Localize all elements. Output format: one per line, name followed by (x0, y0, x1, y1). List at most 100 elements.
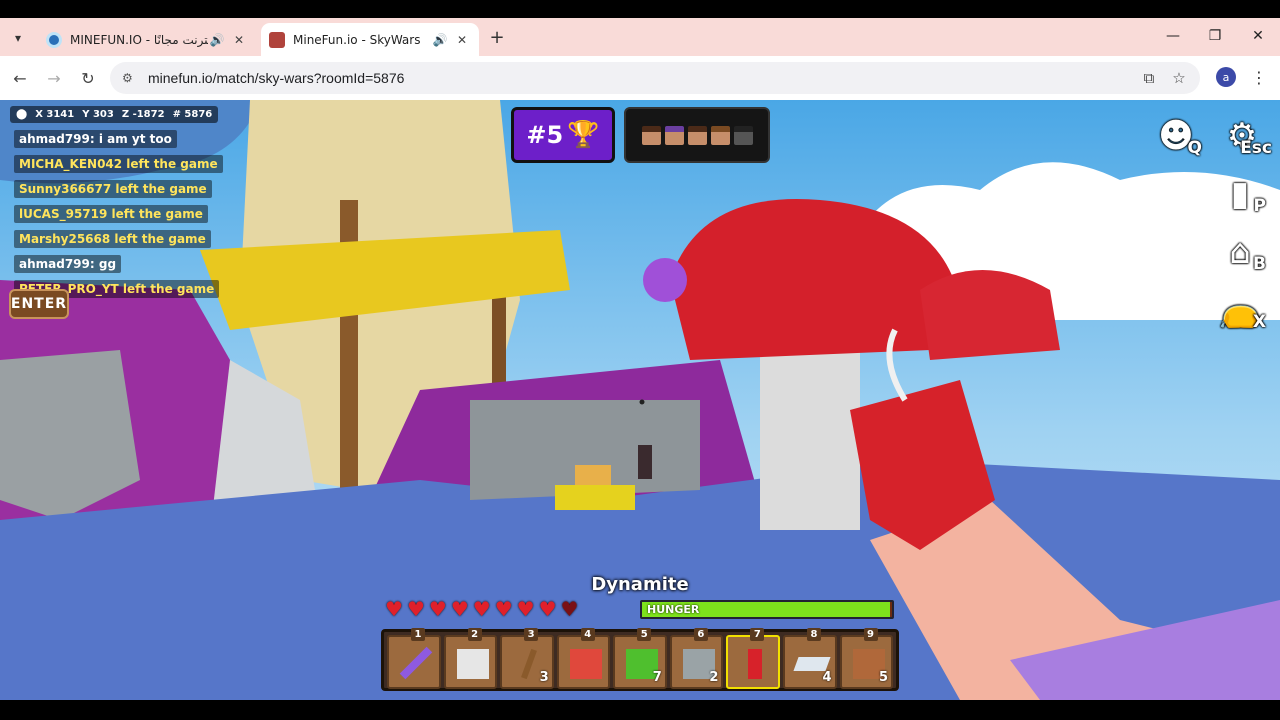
hunger-bar: HUNGER (640, 600, 894, 619)
item-count: 3 (539, 670, 549, 685)
minimize-icon[interactable]: — (1158, 24, 1188, 48)
heart-icon: ♥ (428, 597, 447, 621)
minefun-favicon-icon (46, 31, 62, 48)
browser-menu-icon[interactable]: ⋮ (1250, 66, 1268, 88)
coord-y: Y 303 (82, 109, 114, 120)
game-viewport[interactable]: ⬤ X 3141 Y 303 Z -1872 # 5876 ahmad799: … (0, 100, 1280, 700)
close-tab-icon[interactable]: ✕ (453, 33, 471, 47)
hotbar-slot-4[interactable]: 4 (556, 628, 611, 689)
location-pin-icon: ⬤ (16, 109, 28, 120)
held-item-name: Dynamite (591, 574, 689, 595)
mushroom-stem (760, 340, 860, 530)
coord-x: X 3141 (35, 109, 75, 120)
health-bar: ♥ ♥ ♥ ♥ ♥ ♥ ♥ ♥ ♥ (385, 599, 578, 619)
hotbar-slot-5[interactable]: 57 (613, 628, 667, 689)
forward-arrow-icon[interactable]: → (42, 66, 66, 90)
remaining-players (624, 107, 770, 163)
hotbar-slot-3[interactable]: 33 (500, 628, 554, 689)
iron-ingot-icon (793, 657, 831, 671)
skywars-favicon-icon (269, 31, 285, 48)
back-arrow-icon[interactable]: ← (8, 66, 32, 90)
enemy-player (638, 445, 652, 479)
players-icon: ▮ (1230, 174, 1250, 214)
players-button[interactable]: ▮ P (1212, 170, 1268, 218)
new-tab-plus-icon[interactable]: + (486, 26, 508, 48)
bag-button[interactable]: 👝 X (1212, 286, 1268, 334)
hotbar-slot-6[interactable]: 62 (669, 628, 724, 689)
screen-top-border (0, 0, 1280, 18)
chat-message: ahmad799: i am yt too (14, 130, 177, 148)
rank-value: #5 (526, 121, 564, 149)
rank-badge: #5 🏆 (511, 107, 615, 163)
site-info-icon[interactable]: ⚙ (122, 71, 140, 85)
restore-window-icon[interactable]: ❐ (1200, 24, 1230, 48)
item-count: 5 (879, 670, 889, 685)
chat-message: ahmad799: gg (14, 255, 122, 273)
heart-icon: ♥ (406, 597, 425, 621)
heart-icon: ♥ (472, 597, 491, 621)
tab-title: MineFun.io - SkyWars (293, 32, 421, 47)
hotbar-slot-2[interactable]: 2 (443, 628, 498, 689)
player-head-icon (733, 125, 753, 145)
close-tab-icon[interactable]: ✕ (230, 33, 248, 47)
chat-message: Sunny366677 left the game (14, 180, 212, 198)
heart-icon: ♥ (538, 597, 557, 621)
slot-number: 8 (806, 628, 821, 641)
hotbar-slot-1[interactable]: 1 (387, 628, 441, 689)
emote-button[interactable]: ☻ Q (1148, 112, 1204, 160)
speaker-icon[interactable]: 🔊 (208, 33, 226, 47)
item-count: 7 (652, 670, 662, 685)
trophy-icon: 🏆 (567, 120, 600, 150)
install-app-icon[interactable]: ⧉ (1137, 66, 1161, 90)
hotkey-label: B (1253, 254, 1266, 274)
chat-message: MICHA_KEN042 left the game (14, 155, 223, 173)
slot-number: 6 (693, 628, 708, 641)
player-head-icon (664, 125, 684, 145)
hotkey-label: Q (1187, 138, 1202, 158)
heart-icon: ♥ (560, 597, 579, 621)
shop-button[interactable]: ⌂ B (1212, 228, 1268, 276)
hotbar-slot-7[interactable]: 7 (726, 628, 780, 689)
slot-number: 9 (863, 628, 878, 641)
chat-enter-button[interactable]: ENTER (9, 289, 69, 319)
slot-number: 1 (411, 628, 425, 641)
settings-button[interactable]: ⚙ Esc (1210, 112, 1274, 160)
crosshair (639, 399, 645, 405)
dynamite-icon (748, 649, 763, 679)
url-input[interactable] (148, 70, 1048, 86)
slot-number: 5 (637, 628, 652, 641)
room-id: # 5876 (172, 109, 213, 120)
player-head-icon (687, 125, 707, 145)
tab-strip: ▾ MINEFUN.IO - الإنترنت مجانًا 🔊 ✕ MineF… (0, 18, 1280, 56)
tab-minefun-skywars[interactable]: MineFun.io - SkyWars 🔊 ✕ (261, 23, 479, 56)
item-count: 4 (822, 670, 832, 685)
tab-minefun-home[interactable]: MINEFUN.IO - الإنترنت مجانًا 🔊 ✕ (38, 23, 256, 56)
screen-bottom-border (0, 700, 1280, 720)
hotkey-label: Esc (1240, 138, 1272, 158)
bookmark-star-icon[interactable]: ☆ (1167, 66, 1191, 90)
coordinates-bar: ⬤ X 3141 Y 303 Z -1872 # 5876 (10, 106, 219, 123)
heart-icon: ♥ (385, 597, 403, 621)
purple-mushroom (643, 258, 687, 302)
close-window-icon[interactable]: ✕ (1243, 24, 1273, 48)
heart-icon: ♥ (450, 597, 469, 621)
hotkey-label: X (1252, 312, 1266, 332)
player-head-icon (710, 125, 730, 145)
speaker-icon[interactable]: 🔊 (431, 33, 449, 47)
cobweb-block-icon (456, 649, 489, 679)
shop-icon: ⌂ (1229, 232, 1251, 272)
hotbar-slot-8[interactable]: 84 (782, 628, 837, 689)
hotbar: 12334576278495 (381, 628, 899, 691)
slot-number: 7 (750, 628, 765, 641)
hotkey-label: P (1253, 196, 1266, 216)
address-bar[interactable]: ⚙ (110, 62, 1200, 94)
hotbar-slot-9[interactable]: 95 (839, 628, 894, 689)
chat-message: Marshy25668 left the game (14, 230, 211, 248)
tab-search-chevron-down-icon[interactable]: ▾ (6, 27, 30, 49)
stick-icon (521, 648, 538, 680)
reload-icon[interactable]: ↻ (76, 66, 100, 90)
profile-avatar[interactable]: a (1216, 67, 1236, 87)
slot-number: 2 (467, 628, 482, 641)
chat-message: lUCAS_95719 left the game (14, 205, 208, 223)
player-head-icon (641, 125, 661, 145)
